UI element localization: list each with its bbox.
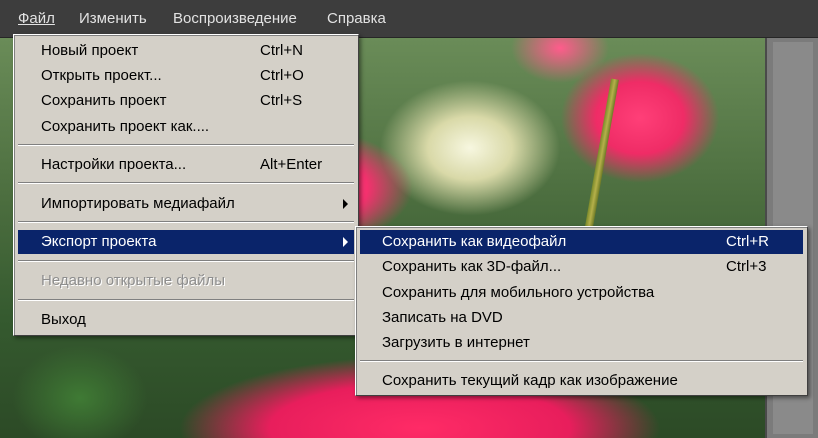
menu-file[interactable]: Файл (18, 10, 55, 27)
menu-item-label: Недавно открытые файлы (41, 272, 226, 289)
menu-separator (18, 144, 354, 146)
menu-item-new-project[interactable]: Новый проект Ctrl+N (18, 39, 354, 63)
menu-separator (18, 182, 354, 184)
flower-stem (585, 78, 619, 228)
menu-item-label: Сохранить проект (41, 92, 167, 109)
menu-item-shortcut: Ctrl+3 (726, 258, 767, 275)
menu-item-label: Сохранить для мобильного устройства (382, 284, 655, 301)
menu-item-import-media[interactable]: Импортировать медиафайл (18, 192, 354, 216)
submenu-item-save-frame-as-image[interactable]: Сохранить текущий кадр как изображение (360, 369, 803, 393)
menu-item-label: Записать на DVD (382, 309, 503, 326)
menu-bar: Файл Изменить Воспроизведение Справка (0, 0, 818, 38)
menu-item-label: Импортировать медиафайл (41, 195, 235, 212)
menu-item-label: Сохранить как 3D-файл... (382, 258, 562, 275)
menu-help[interactable]: Справка (327, 10, 386, 27)
menu-separator (18, 260, 354, 262)
export-submenu: Сохранить как видеофайл Ctrl+R Сохранить… (355, 226, 808, 396)
menu-item-shortcut: Ctrl+S (260, 92, 303, 109)
menu-item-exit[interactable]: Выход (18, 308, 354, 332)
file-menu: Новый проект Ctrl+N Открыть проект... Ct… (13, 34, 359, 336)
menu-item-label: Сохранить как видеофайл (382, 233, 567, 250)
menu-item-label: Загрузить в интернет (382, 334, 530, 351)
submenu-item-save-for-mobile[interactable]: Сохранить для мобильного устройства (360, 281, 803, 305)
menu-playback[interactable]: Воспроизведение (173, 10, 297, 27)
menu-item-save-project-as[interactable]: Сохранить проект как.... (18, 115, 354, 139)
menu-item-label: Сохранить текущий кадр как изображение (382, 372, 678, 389)
menu-item-shortcut: Ctrl+O (260, 67, 304, 84)
menu-item-save-project[interactable]: Сохранить проект Ctrl+S (18, 89, 354, 113)
menu-item-label: Выход (41, 311, 86, 328)
submenu-item-upload-internet[interactable]: Загрузить в интернет (360, 331, 803, 355)
menu-item-shortcut: Ctrl+R (726, 233, 769, 250)
submenu-item-save-as-3d[interactable]: Сохранить как 3D-файл... Ctrl+3 (360, 255, 803, 279)
menu-item-label: Настройки проекта... (41, 156, 187, 173)
submenu-arrow-icon (343, 237, 348, 247)
menu-item-open-project[interactable]: Открыть проект... Ctrl+O (18, 64, 354, 88)
menu-item-shortcut: Alt+Enter (260, 156, 323, 173)
menu-item-label: Новый проект (41, 42, 139, 59)
menu-item-export-project[interactable]: Экспорт проекта (18, 230, 354, 254)
menu-item-shortcut: Ctrl+N (260, 42, 303, 59)
menu-separator (18, 299, 354, 301)
submenu-item-burn-dvd[interactable]: Записать на DVD (360, 306, 803, 330)
menu-item-project-settings[interactable]: Настройки проекта... Alt+Enter (18, 153, 354, 177)
menu-item-label: Экспорт проекта (41, 233, 157, 250)
submenu-arrow-icon (343, 199, 348, 209)
menu-separator (18, 221, 354, 223)
submenu-item-save-as-video[interactable]: Сохранить как видеофайл Ctrl+R (360, 230, 803, 254)
menu-item-recent-files: Недавно открытые файлы (18, 269, 354, 293)
menu-item-label: Открыть проект... (41, 67, 162, 84)
menu-edit[interactable]: Изменить (79, 10, 147, 27)
menu-separator (360, 360, 803, 362)
menu-item-label: Сохранить проект как.... (41, 118, 210, 135)
